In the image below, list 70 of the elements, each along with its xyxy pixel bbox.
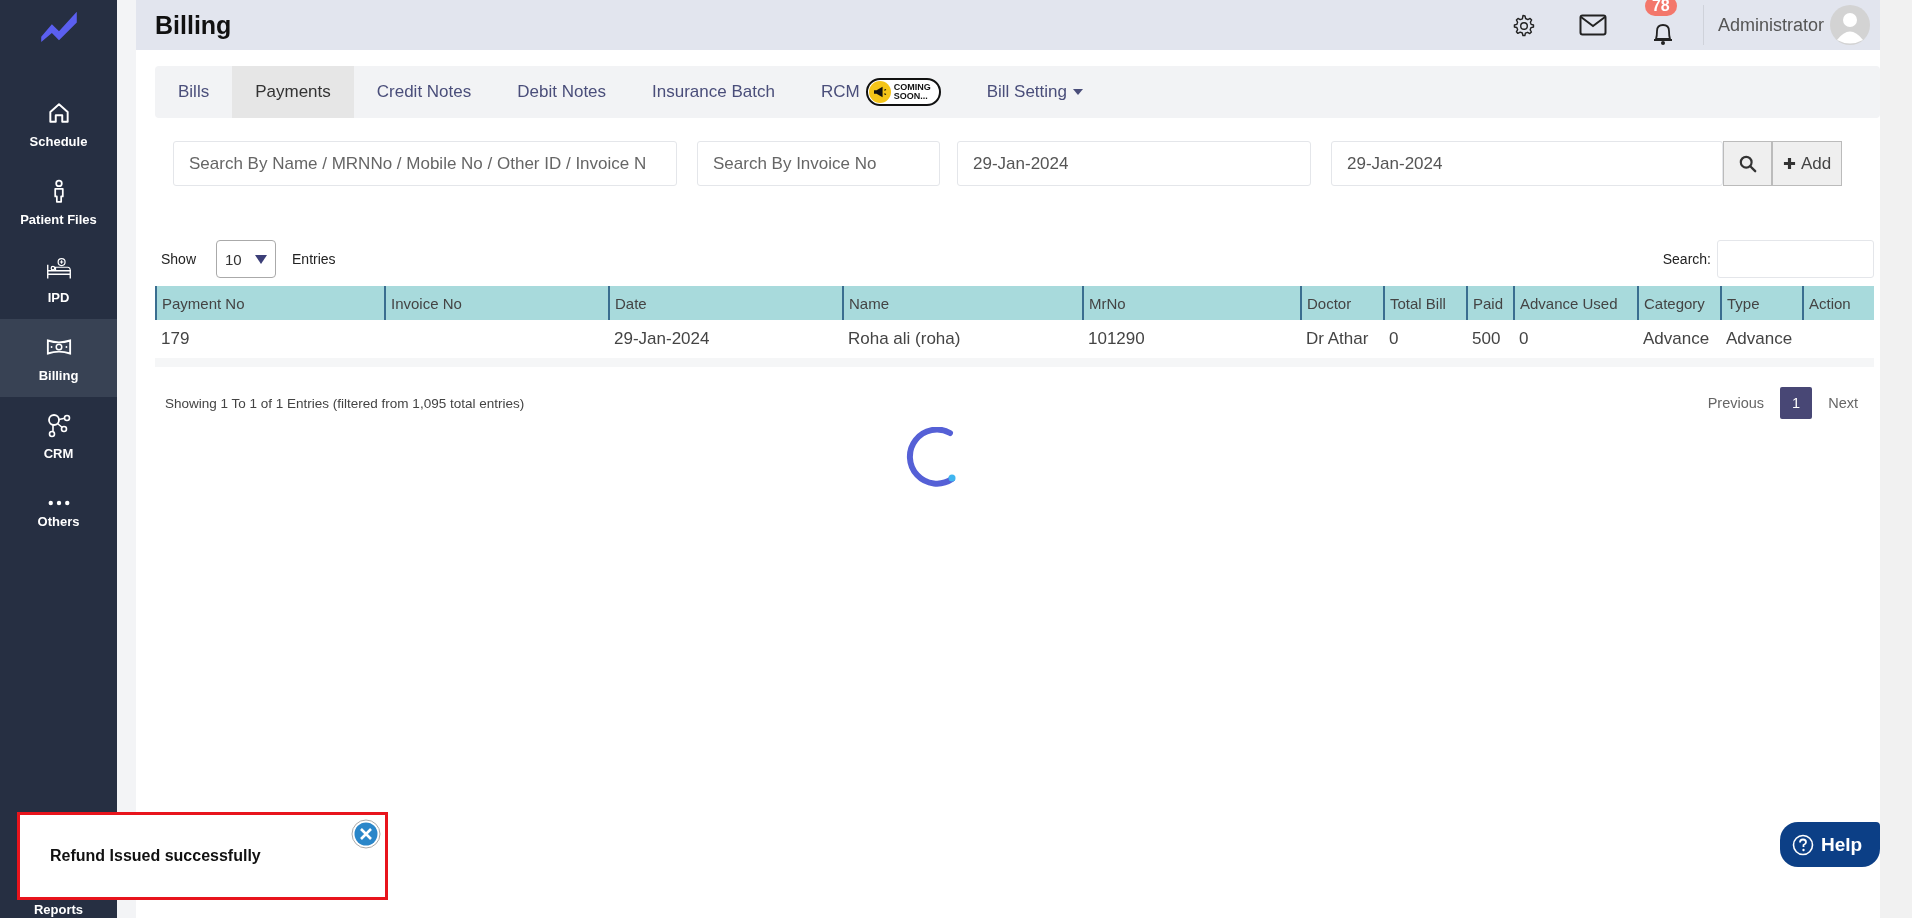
column-header[interactable]: Advance Used — [1513, 286, 1637, 320]
search-button[interactable] — [1723, 141, 1772, 186]
search-icon — [1738, 154, 1757, 173]
toast-message: Refund Issued successfully — [50, 847, 261, 865]
mail-icon[interactable] — [1578, 14, 1607, 36]
column-header[interactable]: Invoice No — [384, 286, 608, 320]
bed-icon — [45, 255, 72, 282]
tab[interactable]: Debit Notes — [494, 66, 630, 118]
network-icon — [45, 411, 72, 438]
entries-label: Entries — [292, 251, 336, 267]
table-cell-text: Dr Athar — [1305, 328, 1370, 350]
megaphone-icon — [872, 86, 887, 98]
close-button[interactable] — [351, 819, 381, 849]
tab[interactable]: RCM COMING SOON... — [797, 66, 964, 118]
close-icon — [351, 819, 381, 849]
tab[interactable]: Payments — [232, 66, 354, 118]
column-header[interactable]: Doctor — [1300, 286, 1383, 320]
column-header[interactable]: Paid — [1466, 286, 1513, 320]
vertical-scrollbar[interactable] — [1880, 0, 1912, 918]
sidebar-item[interactable]: Patient Files — [0, 163, 117, 241]
tab[interactable]: Bill Setting — [963, 66, 1106, 118]
search-label: Search: — [1662, 251, 1711, 267]
entries-select[interactable]: 10 — [216, 240, 277, 278]
coming-soon-badge: COMING SOON... — [865, 78, 941, 106]
search-field[interactable]: Search By Invoice No — [697, 141, 940, 186]
table-cell-text: Advance — [1642, 328, 1711, 350]
date-field[interactable]: 29-Jan-2024 — [957, 141, 1311, 186]
show-label: Show — [161, 251, 197, 267]
column-header[interactable]: Type — [1720, 286, 1802, 320]
user-name[interactable]: Administrator — [1717, 14, 1824, 36]
table-cell-text: Roha ali (roha) — [847, 328, 962, 350]
column-header[interactable]: Date — [608, 286, 842, 320]
table-cell-text: Advance — [1725, 328, 1794, 350]
sidebar-item[interactable]: Reports — [33, 903, 84, 917]
entries-info: Showing 1 To 1 of 1 Entries (filtered from 1,095 total entries) — [165, 395, 526, 411]
sidebar-item[interactable]: CRM — [0, 397, 117, 475]
table-cell-text: 500 — [1471, 328, 1502, 350]
help-icon — [1792, 833, 1814, 856]
plus-icon — [1782, 157, 1796, 170]
table-cell-text: 101290 — [1087, 328, 1146, 350]
table-cell-text: 179 — [160, 328, 191, 350]
column-header[interactable]: Action — [1802, 286, 1874, 320]
column-header[interactable]: Total Bill — [1383, 286, 1466, 320]
caret-icon — [1073, 89, 1083, 95]
table-cell-text: 0 — [1388, 328, 1400, 350]
column-header[interactable]: MrNo — [1082, 286, 1300, 320]
table-cell-text: 0 — [1518, 328, 1530, 350]
search-field[interactable] — [1717, 240, 1874, 278]
caret-icon — [255, 254, 268, 264]
page-button[interactable]: Next — [1812, 387, 1874, 419]
table-cell-text: 29-Jan-2024 — [613, 328, 711, 350]
add-button[interactable]: Add — [1772, 141, 1842, 186]
help-button[interactable]: Help — [1780, 822, 1881, 867]
page-button[interactable]: Previous — [1691, 387, 1781, 419]
sidebar-item[interactable]: Others — [0, 475, 117, 553]
notification-count: 78 — [1644, 0, 1677, 16]
sidebar-item[interactable]: Billing — [0, 319, 117, 397]
tab[interactable]: Bills — [155, 66, 233, 118]
page-title: Billing — [155, 10, 233, 40]
page-button[interactable]: 1 — [1780, 387, 1813, 419]
tab[interactable]: Credit Notes — [353, 66, 495, 118]
sidebar-item[interactable]: Schedule — [0, 85, 117, 163]
column-header[interactable]: Payment No — [155, 286, 384, 320]
more-icon — [47, 499, 70, 506]
column-header[interactable]: Category — [1637, 286, 1720, 320]
sidebar-item[interactable]: IPD — [0, 241, 117, 319]
column-header[interactable]: Name — [842, 286, 1082, 320]
tab[interactable]: Insurance Batch — [629, 66, 798, 118]
search-field[interactable]: Search By Name / MRNNo / Mobile No / Other ID / Invoice N — [173, 141, 677, 186]
date-field[interactable]: 29-Jan-2024 — [1331, 141, 1723, 186]
